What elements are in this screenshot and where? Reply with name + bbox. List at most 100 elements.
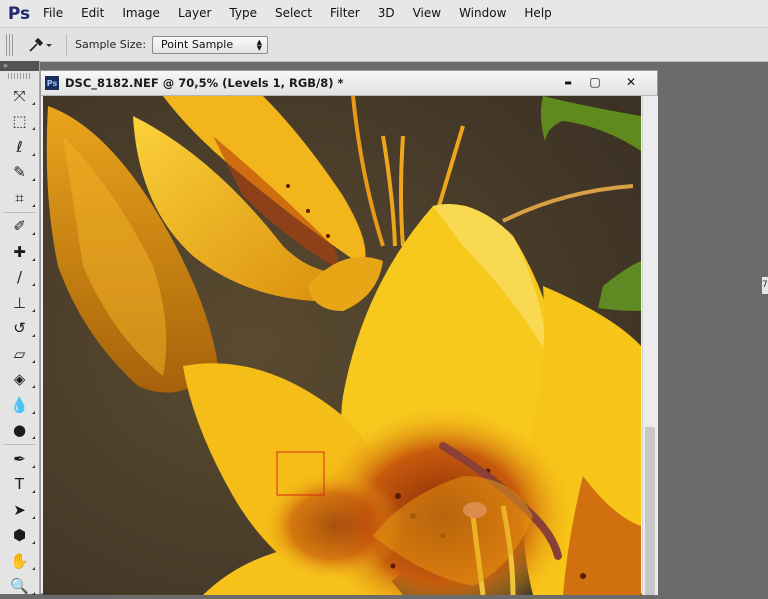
zoom-tool-button[interactable]: 🔍 bbox=[0, 574, 39, 599]
blur-tool-button[interactable]: 💧 bbox=[0, 392, 39, 418]
tool-flyout-indicator bbox=[32, 541, 35, 544]
tool-flyout-indicator bbox=[32, 204, 35, 207]
crop-tool-icon: ⌗ bbox=[15, 189, 23, 207]
sample-size-label: Sample Size: bbox=[75, 38, 146, 51]
tool-preset-picker[interactable] bbox=[26, 36, 60, 54]
tools-panel-collapse[interactable]: » bbox=[0, 61, 39, 71]
shape-tool-button[interactable]: ⬢ bbox=[0, 523, 39, 549]
type-tool-button[interactable]: T bbox=[0, 472, 39, 498]
menu-file[interactable]: File bbox=[34, 0, 72, 27]
hand-tool-icon: ✋ bbox=[10, 552, 29, 570]
document-titlebar[interactable]: Ps DSC_8182.NEF @ 70,5% (Levels 1, RGB/8… bbox=[41, 71, 657, 96]
maximize-button[interactable]: ▢ bbox=[582, 73, 608, 91]
vertical-scrollbar[interactable] bbox=[642, 96, 658, 595]
eyedropper-tool-button[interactable]: ✐ bbox=[0, 214, 39, 240]
menu-window[interactable]: Window bbox=[450, 0, 515, 27]
healing-brush-tool-icon: ✚ bbox=[13, 243, 26, 261]
clone-stamp-tool-button[interactable]: ⊥ bbox=[0, 290, 39, 316]
tool-flyout-indicator bbox=[32, 283, 35, 286]
menu-view[interactable]: View bbox=[404, 0, 450, 27]
paint-bucket-tool-button[interactable]: ◈ bbox=[0, 367, 39, 393]
tool-flyout-indicator bbox=[32, 102, 35, 105]
eraser-tool-icon: ▱ bbox=[14, 345, 26, 363]
tool-flyout-indicator bbox=[32, 258, 35, 261]
menu-edit[interactable]: Edit bbox=[72, 0, 113, 27]
sample-size-value: Point Sample bbox=[161, 38, 233, 51]
minimize-icon: ▬ bbox=[564, 78, 572, 87]
zoom-tool-icon: 🔍 bbox=[10, 577, 29, 595]
tools-panel: » ⤧ ⬚ ℓ ✎ ⌗ ✐ ✚ / ⊥ ↺ ▱ ◈ 💧 ● ✒ T ➤ ⬢ ✋ 🔍 bbox=[0, 61, 40, 594]
eyedropper-icon bbox=[26, 36, 56, 54]
tool-flyout-indicator bbox=[32, 436, 35, 439]
dodge-tool-button[interactable]: ● bbox=[0, 418, 39, 444]
sample-size-select[interactable]: Point Sample ▲▼ bbox=[152, 36, 268, 54]
options-bar-grip[interactable] bbox=[6, 34, 14, 56]
menu-image[interactable]: Image bbox=[113, 0, 169, 27]
tool-flyout-indicator bbox=[32, 411, 35, 414]
menu-help[interactable]: Help bbox=[515, 0, 560, 27]
minimize-button[interactable]: ▬ bbox=[555, 73, 581, 91]
tools-panel-grip[interactable] bbox=[8, 73, 31, 79]
path-selection-tool-icon: ➤ bbox=[13, 501, 26, 519]
vertical-scrollbar-thumb[interactable] bbox=[645, 427, 655, 595]
history-brush-tool-button[interactable]: ↺ bbox=[0, 316, 39, 342]
options-separator bbox=[66, 34, 67, 56]
shape-tool-icon: ⬢ bbox=[13, 526, 26, 544]
hand-tool-button[interactable]: ✋ bbox=[0, 548, 39, 574]
flower-photo bbox=[43, 96, 641, 595]
image-canvas[interactable] bbox=[43, 96, 641, 595]
menu-filter[interactable]: Filter bbox=[321, 0, 369, 27]
menu-3d[interactable]: 3D bbox=[369, 0, 404, 27]
tool-flyout-indicator bbox=[32, 334, 35, 337]
tool-separator bbox=[4, 212, 35, 213]
tool-flyout-indicator bbox=[32, 567, 35, 570]
brush-tool-icon: / bbox=[17, 268, 22, 286]
select-arrows-icon: ▲▼ bbox=[257, 39, 262, 51]
path-selection-tool-button[interactable]: ➤ bbox=[0, 497, 39, 523]
quick-selection-tool-button[interactable]: ✎ bbox=[0, 160, 39, 186]
tool-flyout-indicator bbox=[32, 178, 35, 181]
options-bar: Sample Size: Point Sample ▲▼ bbox=[0, 28, 768, 62]
ps-document-icon: Ps bbox=[45, 76, 59, 90]
paint-bucket-tool-icon: ◈ bbox=[14, 370, 26, 388]
pen-tool-icon: ✒ bbox=[13, 450, 26, 468]
marquee-tool-icon: ⬚ bbox=[12, 112, 26, 130]
marquee-tool-button[interactable]: ⬚ bbox=[0, 109, 39, 135]
tool-flyout-indicator bbox=[32, 465, 35, 468]
lasso-tool-button[interactable]: ℓ bbox=[0, 134, 39, 160]
menu-type[interactable]: Type bbox=[220, 0, 266, 27]
clone-stamp-tool-icon: ⊥ bbox=[13, 294, 26, 312]
move-tool-icon: ⤧ bbox=[13, 87, 25, 105]
tool-flyout-indicator bbox=[32, 385, 35, 388]
dodge-tool-icon: ● bbox=[13, 421, 26, 439]
tool-separator bbox=[4, 444, 35, 445]
tool-flyout-indicator bbox=[32, 516, 35, 519]
type-tool-icon: T bbox=[15, 475, 24, 493]
eraser-tool-button[interactable]: ▱ bbox=[0, 341, 39, 367]
blur-tool-icon: 💧 bbox=[10, 396, 29, 414]
tool-flyout-indicator bbox=[32, 232, 35, 235]
document-window: Ps DSC_8182.NEF @ 70,5% (Levels 1, RGB/8… bbox=[40, 70, 658, 594]
document-title: DSC_8182.NEF @ 70,5% (Levels 1, RGB/8) * bbox=[65, 76, 344, 90]
brush-tool-button[interactable]: / bbox=[0, 265, 39, 291]
tool-flyout-indicator bbox=[32, 360, 35, 363]
crop-tool-button[interactable]: ⌗ bbox=[0, 185, 39, 211]
eyedropper-tool-icon: ✐ bbox=[13, 217, 26, 235]
history-brush-tool-icon: ↺ bbox=[13, 319, 26, 337]
tool-flyout-indicator bbox=[32, 490, 35, 493]
menu-select[interactable]: Select bbox=[266, 0, 321, 27]
right-panel-edge[interactable]: 7 bbox=[762, 277, 768, 294]
menu-bar: Ps File Edit Image Layer Type Select Fil… bbox=[0, 0, 768, 28]
tool-flyout-indicator bbox=[32, 309, 35, 312]
photoshop-logo: Ps bbox=[4, 4, 34, 24]
close-icon: ✕ bbox=[626, 75, 636, 89]
move-tool-button[interactable]: ⤧ bbox=[0, 83, 39, 109]
tool-flyout-indicator bbox=[32, 127, 35, 130]
pen-tool-button[interactable]: ✒ bbox=[0, 446, 39, 472]
menu-layer[interactable]: Layer bbox=[169, 0, 220, 27]
close-button[interactable]: ✕ bbox=[615, 73, 647, 91]
healing-brush-tool-button[interactable]: ✚ bbox=[0, 239, 39, 265]
quick-selection-tool-icon: ✎ bbox=[13, 163, 26, 181]
tool-list: ⤧ ⬚ ℓ ✎ ⌗ ✐ ✚ / ⊥ ↺ ▱ ◈ 💧 ● ✒ T ➤ ⬢ ✋ 🔍 bbox=[0, 83, 39, 599]
maximize-icon: ▢ bbox=[589, 75, 600, 89]
